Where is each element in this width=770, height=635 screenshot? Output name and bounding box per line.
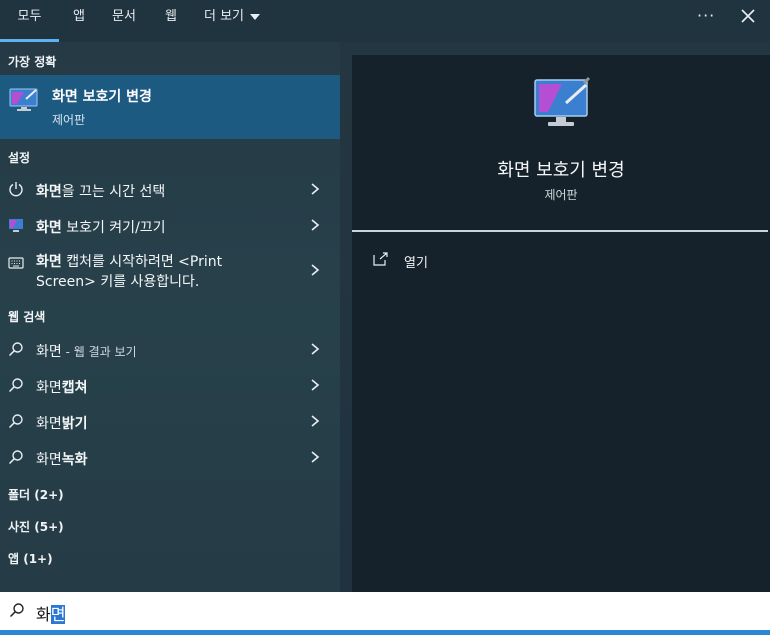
settings-item-label: 화면 보호기 켜기/끄기 xyxy=(36,217,166,237)
chevron-right-icon xyxy=(311,343,320,355)
label-completion: 밝기 xyxy=(61,416,88,432)
more-options-button[interactable]: ··· xyxy=(697,6,715,25)
chevron-right-icon xyxy=(311,379,320,391)
open-action-label: 열기 xyxy=(404,256,428,271)
web-item-suggestion[interactable]: 화면밝기 xyxy=(0,404,340,438)
screensaver-icon xyxy=(9,219,23,232)
web-item-view-results[interactable]: 화면 - 웹 결과 보기 xyxy=(0,332,340,366)
label-query: 화면 xyxy=(36,380,62,396)
screensaver-icon xyxy=(9,88,38,111)
web-item-label: 화면밝기 xyxy=(36,413,88,433)
settings-item-screensaver-toggle[interactable]: 화면 보호기 켜기/끄기 xyxy=(0,208,340,242)
label-query: 화면 xyxy=(36,344,62,360)
web-item-label: 화면 - 웹 결과 보기 xyxy=(36,341,137,361)
search-query-typed: 화 xyxy=(36,605,51,624)
keyboard-icon xyxy=(8,257,24,269)
label-completion: 녹화 xyxy=(61,452,88,468)
label-completion: 캡쳐 xyxy=(61,380,88,396)
label-rest: 보호기 켜기/끄기 xyxy=(61,220,166,236)
search-box[interactable]: 화면 xyxy=(0,592,770,630)
screensaver-icon xyxy=(534,76,591,126)
label-query: 화면 xyxy=(36,416,62,432)
section-folders[interactable]: 폴더 (2+) xyxy=(8,486,64,503)
label-line2: Screen> 키를 사용합니다. xyxy=(36,274,200,290)
tab-more-dropdown[interactable]: 더 보기 xyxy=(204,0,261,42)
search-icon xyxy=(8,378,23,393)
open-external-icon xyxy=(373,252,388,266)
search-query-selection: 면 xyxy=(50,605,66,624)
power-icon xyxy=(9,182,23,197)
close-icon[interactable] xyxy=(739,7,757,25)
web-item-label: 화면녹화 xyxy=(36,449,88,469)
filter-tab-bar: 모두 앱 문서 웹 더 보기 ··· xyxy=(0,0,770,42)
chevron-right-icon xyxy=(311,264,320,276)
chevron-right-icon xyxy=(311,219,320,231)
settings-item-screen-timeout[interactable]: 화면을 끄는 시간 선택 xyxy=(0,172,340,206)
chevron-right-icon xyxy=(311,183,320,195)
section-photos[interactable]: 사진 (5+) xyxy=(8,518,64,535)
label-query: 화면 xyxy=(36,452,62,468)
settings-item-label: 화면 캡처를 시작하려면 <Print Screen> 키를 사용합니다. xyxy=(36,252,222,292)
detail-subtitle: 제어판 xyxy=(544,188,578,202)
search-focus-underline xyxy=(0,630,770,635)
web-item-suggestion[interactable]: 화면녹화 xyxy=(0,440,340,474)
settings-item-label: 화면을 끄는 시간 선택 xyxy=(36,181,165,201)
search-icon xyxy=(9,603,24,618)
label-highlight: 화면 xyxy=(36,220,62,236)
detail-title: 화면 보호기 변경 xyxy=(497,160,625,181)
chevron-right-icon xyxy=(311,451,320,463)
search-icon xyxy=(8,450,23,465)
web-item-label: 화면캡쳐 xyxy=(36,377,88,397)
web-item-suggestion[interactable]: 화면캡쳐 xyxy=(0,368,340,402)
section-apps[interactable]: 앱 (1+) xyxy=(8,550,53,567)
detail-divider xyxy=(352,230,768,232)
section-best-match: 가장 정확 xyxy=(8,55,57,69)
tab-web[interactable]: 웹 xyxy=(165,0,177,42)
section-settings: 설정 xyxy=(8,151,31,165)
tab-all[interactable]: 모두 xyxy=(0,0,59,42)
chevron-right-icon xyxy=(311,415,320,427)
tab-documents[interactable]: 문서 xyxy=(112,0,136,42)
search-query[interactable]: 화면 xyxy=(36,601,66,625)
section-web-search: 웹 검색 xyxy=(8,310,46,324)
results-pane: 가장 정확 화면 보호기 변경 제어판 설정 화면을 끄는 시간 선택 화면 보… xyxy=(0,42,340,592)
search-icon xyxy=(8,342,23,357)
label-highlight: 화면 xyxy=(36,254,62,270)
best-match-item[interactable]: 화면 보호기 변경 제어판 xyxy=(0,75,340,139)
label-highlight: 화면 xyxy=(36,184,62,200)
start-search-window: 모두 앱 문서 웹 더 보기 ··· 가장 정확 화면 보호기 변경 제어판 설… xyxy=(0,0,770,635)
label-suffix: - 웹 결과 보기 xyxy=(61,345,137,359)
detail-pane: 화면 보호기 변경 제어판 열기 xyxy=(352,55,770,592)
best-match-title: 화면 보호기 변경 xyxy=(52,89,152,105)
label-rest: 을 끄는 시간 선택 xyxy=(61,184,166,200)
settings-item-print-screen[interactable]: 화면 캡처를 시작하려면 <Print Screen> 키를 사용합니다. xyxy=(0,244,340,294)
tab-more-label: 더 보기 xyxy=(204,9,245,24)
label-rest: 캡처를 시작하려면 <Print xyxy=(61,254,223,270)
best-match-subtitle: 제어판 xyxy=(52,113,86,127)
caret-down-icon xyxy=(250,13,261,20)
tab-apps[interactable]: 앱 xyxy=(73,0,85,42)
search-icon xyxy=(8,414,23,429)
